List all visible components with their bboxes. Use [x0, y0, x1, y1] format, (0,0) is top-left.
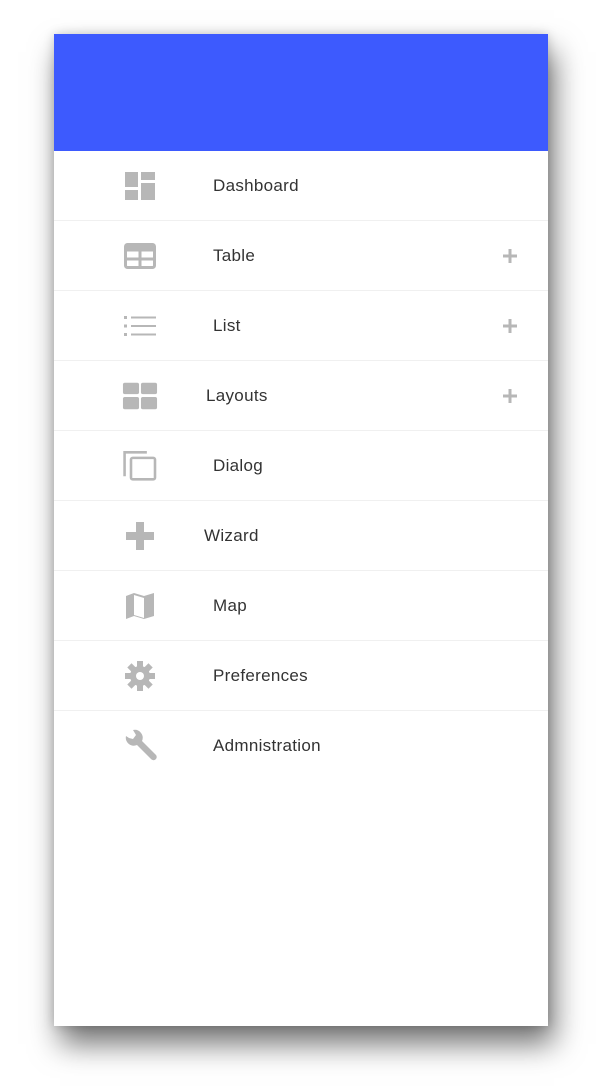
menu-item-label: Layouts: [206, 385, 268, 405]
expand-plus-icon[interactable]: [500, 246, 520, 266]
menu-item-label: List: [213, 315, 241, 335]
list-icon: [122, 308, 158, 344]
menu-item-administration[interactable]: Admnistration: [54, 711, 548, 781]
navigation-drawer: Dashboard Table List Layouts Dialog Wiza…: [54, 34, 548, 1026]
menu-item-map[interactable]: Map: [54, 571, 548, 641]
gear-icon: [122, 658, 158, 694]
menu-item-label: Admnistration: [213, 736, 321, 755]
navigation-menu: Dashboard Table List Layouts Dialog Wiza…: [54, 151, 548, 781]
menu-item-label: Preferences: [213, 665, 308, 685]
dialog-icon: [122, 448, 158, 484]
layouts-icon: [122, 378, 158, 414]
drawer-header: [54, 34, 548, 151]
map-icon: [122, 588, 158, 624]
table-icon: [122, 238, 158, 274]
wrench-icon: [122, 728, 158, 764]
menu-item-dashboard[interactable]: Dashboard: [54, 151, 548, 221]
menu-item-list[interactable]: List: [54, 291, 548, 361]
expand-plus-icon[interactable]: [500, 386, 520, 406]
expand-plus-icon[interactable]: [500, 316, 520, 336]
menu-item-label: Dashboard: [213, 175, 299, 195]
menu-item-table[interactable]: Table: [54, 221, 548, 291]
menu-item-label: Dialog: [213, 455, 263, 475]
plus-icon: [122, 518, 158, 554]
menu-item-preferences[interactable]: Preferences: [54, 641, 548, 711]
menu-item-dialog[interactable]: Dialog: [54, 431, 548, 501]
dashboard-icon: [122, 168, 158, 204]
menu-item-wizard[interactable]: Wizard: [54, 501, 548, 571]
menu-item-layouts[interactable]: Layouts: [54, 361, 548, 431]
menu-item-label: Map: [213, 595, 247, 615]
menu-item-label: Table: [213, 245, 256, 265]
menu-item-label: Wizard: [204, 525, 259, 545]
